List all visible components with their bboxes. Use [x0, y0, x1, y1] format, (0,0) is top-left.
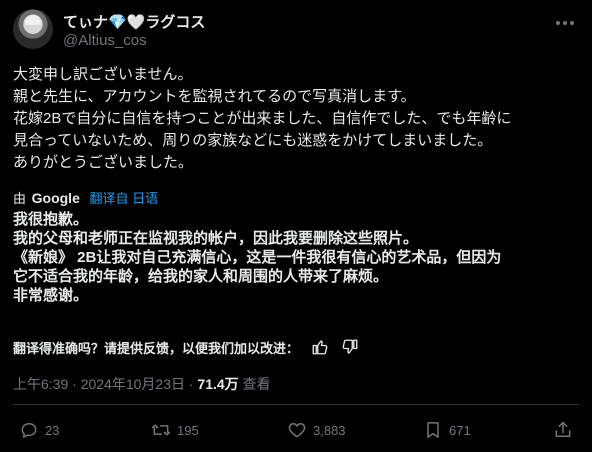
tweet-actions: 23 195 3,883 671 [13, 420, 579, 446]
translation-line: 非常感谢。 [13, 287, 89, 304]
tweet-meta: 上午6:39 · 2024年10月23日 · 71.4万 查看 [13, 374, 271, 394]
tweet-text: 大変申し訳ございません。 親と先生に、アカウントを監視されてるので写真消します。… [13, 64, 579, 174]
feedback-prompt: 翻译得准确吗？请提供反馈，以便我们加以改进： [13, 340, 300, 356]
views-count: 71.4万 [197, 376, 239, 392]
translation-line: 《新娘》 2B让我对自己充满信心，这是一件我很有信心的艺术品，但因为 [13, 249, 502, 266]
translated-text: 我很抱歉。 我的父母和老师正在监视我的帐户，因此我要删除这些照片。 《新娘》 2… [13, 210, 579, 305]
author-display-name[interactable]: てぃナ💎🤍ラグコス [63, 11, 205, 32]
avatar[interactable] [13, 9, 53, 49]
tweet-line: 花嫁2Bで自分に自信を持つことが出来ました、自信作でした、でも年齢に [13, 110, 512, 127]
views-label: 查看 [238, 376, 271, 392]
google-logo: Google [31, 190, 80, 206]
reply-icon [21, 423, 37, 438]
bookmark-button[interactable]: 671 [423, 420, 471, 440]
share-icon [555, 421, 571, 437]
tweet-line: ありがとうございました。 [13, 154, 194, 171]
like-button[interactable]: 3,883 [287, 420, 346, 440]
share-button[interactable] [553, 420, 579, 440]
translated-from-link[interactable]: 翻译自 日语 [90, 191, 159, 206]
author-handle[interactable]: @Altius_cos [63, 32, 147, 49]
retweet-button[interactable]: 195 [151, 420, 199, 440]
tweet-line: 大変申し訳ございません。 [13, 66, 193, 83]
reply-count: 23 [45, 422, 60, 438]
like-count: 3,883 [313, 422, 346, 438]
tweet-line: 親と先生に、アカウントを監視されてるので写真消します。 [13, 88, 416, 105]
divider [13, 404, 579, 405]
translation-line: 它不适合我的年龄，给我的家人和周围的人带来了麻烦。 [13, 268, 389, 285]
tweet-header: てぃナ💎🤍ラグコス @Altius_cos [13, 9, 579, 53]
translation-line: 我很抱歉。 [13, 211, 89, 228]
more-dots-icon[interactable] [553, 13, 577, 33]
translation-attribution: 由 Google 翻译自 日语 [13, 188, 158, 207]
reply-button[interactable]: 23 [19, 420, 59, 440]
retweet-icon [151, 424, 171, 436]
thumb-up-icon[interactable] [311, 338, 329, 356]
tweet-line: 見合っていないため、周りの家族などにも迷惑をかけてしまいました。 [13, 132, 493, 149]
tweet-timestamp[interactable]: 上午6:39 · 2024年10月23日 · [13, 376, 197, 392]
bookmark-icon [427, 422, 439, 438]
translation-line: 我的父母和老师正在监视我的帐户，因此我要删除这些照片。 [13, 230, 419, 247]
retweet-count: 195 [177, 422, 199, 438]
thumb-down-icon[interactable] [341, 338, 359, 356]
bookmark-count: 671 [449, 422, 471, 438]
translation-feedback: 翻译得准确吗？请提供反馈，以便我们加以改进： [13, 337, 359, 357]
translated-by-label: 由 [13, 191, 27, 206]
heart-icon [288, 423, 306, 438]
